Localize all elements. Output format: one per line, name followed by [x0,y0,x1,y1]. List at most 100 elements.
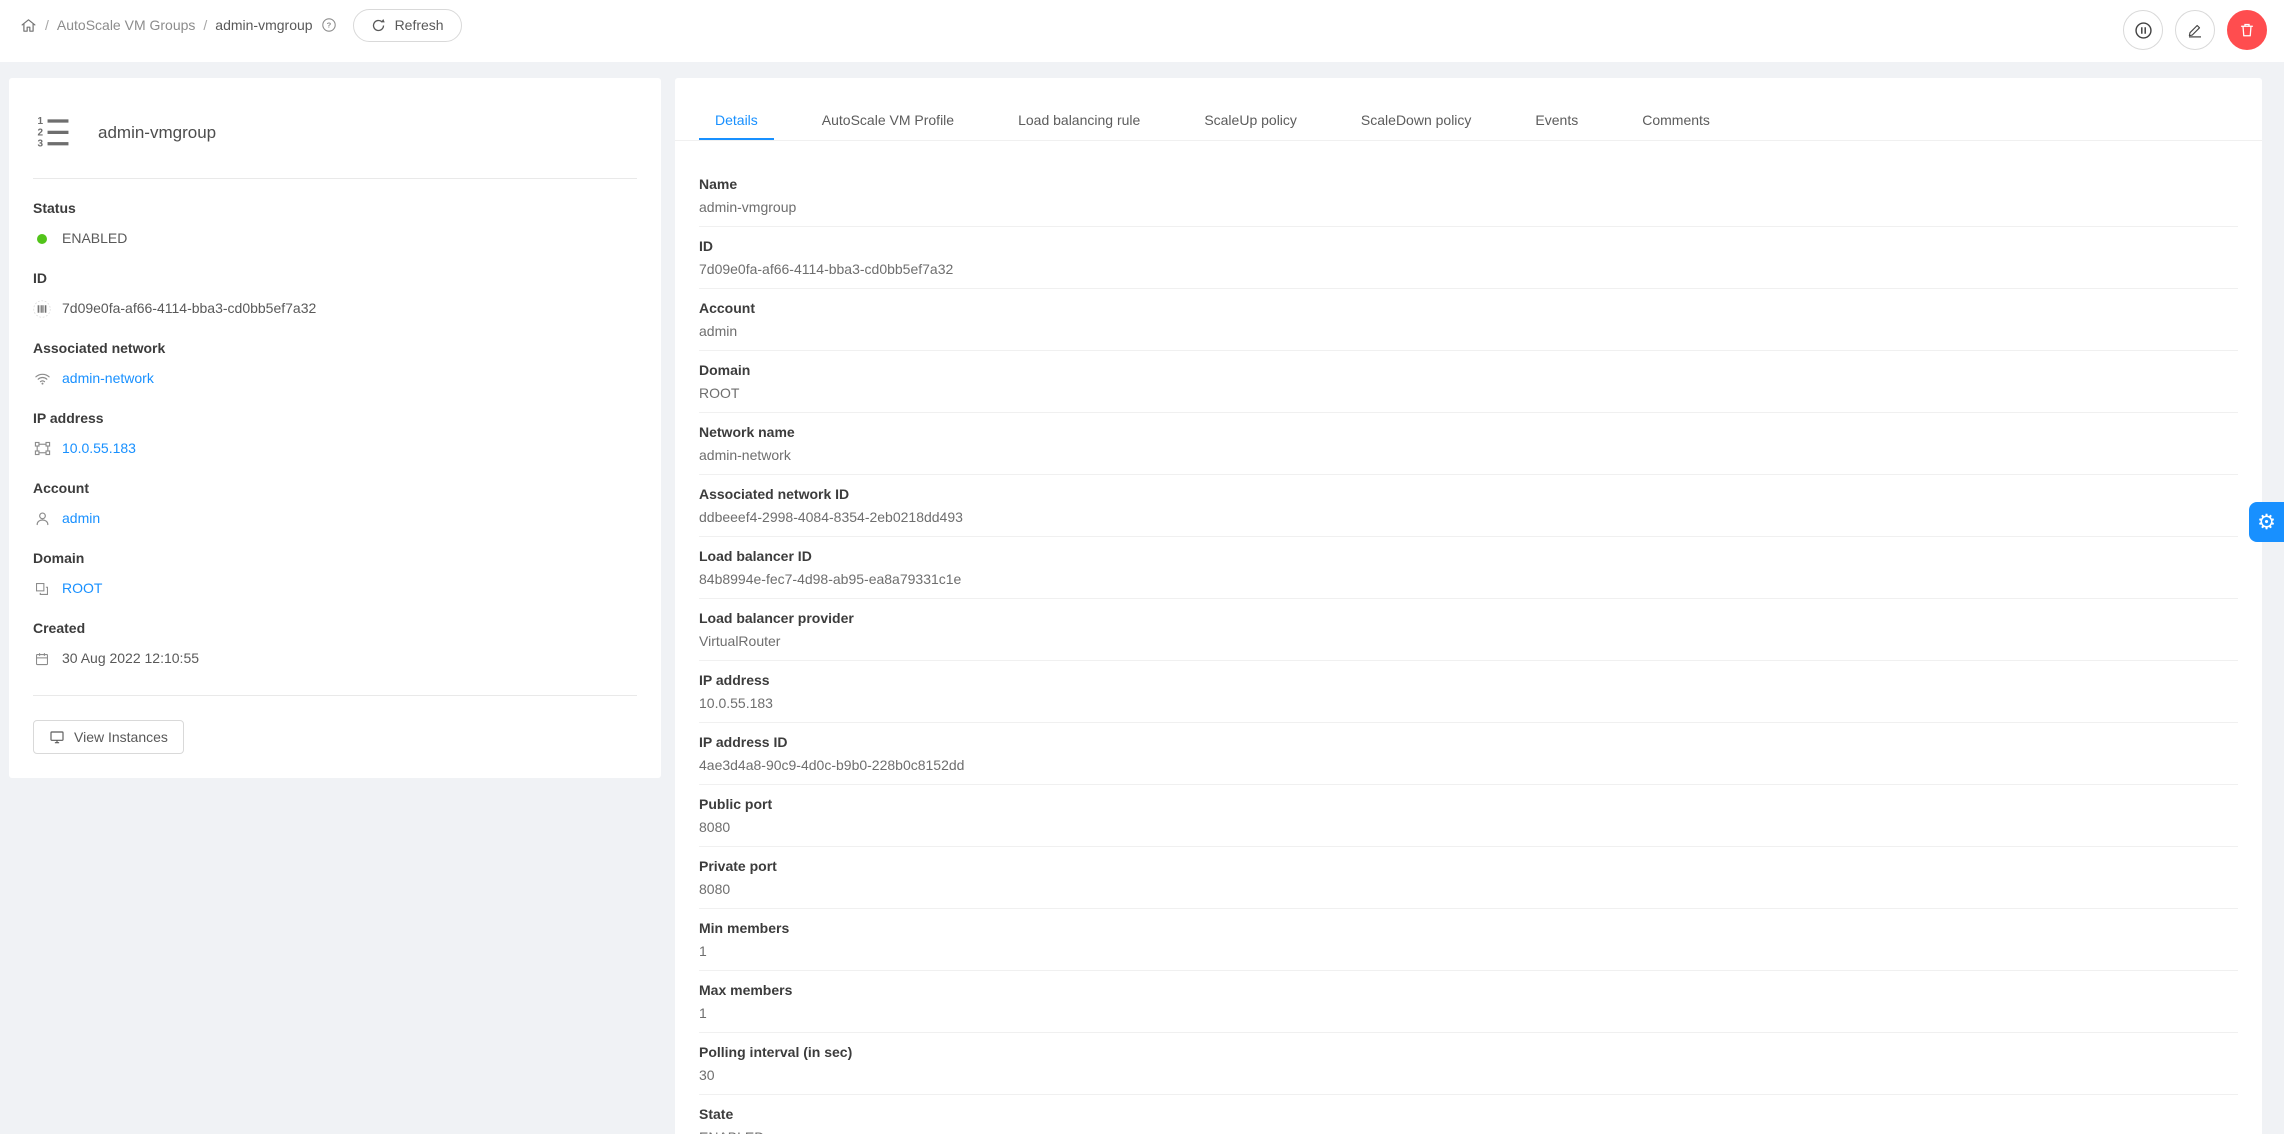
resource-field: ID 7d09e0fa-af66-4114-bba3-cd0bb5ef7a32 [33,268,637,319]
resource-field-value-row: 7d09e0fa-af66-4114-bba3-cd0bb5ef7a32 [33,298,637,319]
detail-value: admin-vmgroup [699,199,797,215]
detail-label: Load balancer provider [699,610,854,626]
edit-icon [2186,21,2204,39]
tab[interactable]: ScaleDown policy [1345,78,1488,140]
resource-field-value-row: ENABLED [33,228,637,249]
detail-label: Max members [699,982,793,998]
refresh-button[interactable]: Refresh [352,8,462,42]
detail-label: Public port [699,796,773,812]
detail-label: Name [699,176,738,192]
detail-row: State ENABLED [699,1095,2238,1134]
detail-value: ddbeeef4-2998-4084-8354-2eb0218dd493 [699,509,963,525]
resource-field-value: ENABLED [62,230,128,246]
resource-field: Account admin [33,478,637,529]
detail-row: IP address 10.0.55.183 [699,661,2238,723]
detail-label: Account [699,300,755,316]
detail-value: 84b8994e-fec7-4d98-ab95-ea8a79331c1e [699,571,962,587]
calendar-icon [33,651,51,667]
view-instances-label: View Instances [74,729,168,745]
svg-text:?: ? [326,21,331,30]
resource-field: Associated network admin-network [33,338,637,389]
svg-text:1: 1 [37,116,43,127]
wifi-icon [33,370,51,387]
detail-row: Associated network ID ddbeeef4-2998-4084… [699,475,2238,537]
resource-field: Created 30 Aug 2022 12:10:55 [33,618,637,669]
detail-value: ROOT [699,385,740,401]
detail-label: ID [699,238,713,254]
svg-text:3: 3 [37,139,43,150]
resource-field-label: Associated network [33,340,166,356]
detail-row: IP address ID 4ae3d4a8-90c9-4d0c-b9b0-22… [699,723,2238,785]
detail-value: 8080 [699,881,731,897]
resource-field-value[interactable]: admin [62,508,100,529]
resource-summary-card: 1 2 3 admin-vmgroup Status ENABLED ID 7d… [9,78,661,778]
divider [33,695,637,696]
main-content: 1 2 3 admin-vmgroup Status ENABLED ID 7d… [9,78,2262,1134]
detail-value: 7d09e0fa-af66-4114-bba3-cd0bb5ef7a32 [699,261,954,277]
divider [33,178,637,179]
tab-bar: Details AutoScale VM Profile Load balanc… [675,78,2262,141]
detail-value: 1 [699,943,707,959]
tab[interactable]: Comments [1626,78,1726,140]
resource-field: IP address 10.0.55.183 [33,408,637,459]
view-instances-button[interactable]: View Instances [33,720,184,754]
resource-field: Status ENABLED [33,198,637,249]
detail-label: Load balancer ID [699,548,812,564]
detail-label: IP address ID [699,734,788,750]
resource-field-value-row: ROOT [33,578,637,599]
breadcrumb-current: admin-vmgroup [215,17,313,33]
resource-field-value[interactable]: admin-network [62,368,154,389]
user-icon [33,510,51,527]
detail-label: Private port [699,858,777,874]
detail-row: Private port 8080 [699,847,2238,909]
barcode-icon [33,299,51,319]
breadcrumb-section[interactable]: AutoScale VM Groups [57,17,196,33]
detail-card: Details AutoScale VM Profile Load balanc… [675,78,2262,1134]
desktop-icon [49,729,65,745]
detail-row: Network name admin-network [699,413,2238,475]
resource-field-label: IP address [33,410,104,426]
resource-field-label: Domain [33,550,85,566]
tab[interactable]: Load balancing rule [1002,78,1156,140]
detail-value: ENABLED [699,1127,2238,1134]
delete-vmgroup-button[interactable] [2227,10,2267,50]
edit-vmgroup-button[interactable] [2175,10,2215,50]
tab[interactable]: Events [1519,78,1594,140]
resource-field-value[interactable]: ROOT [62,578,102,599]
details-list: Name admin-vmgroup ID 7d09e0fa-af66-4114… [675,141,2262,1134]
detail-label: Associated network ID [699,486,850,502]
status-dot-icon [33,233,51,244]
detail-row: Polling interval (in sec) 30 [699,1033,2238,1095]
detail-value: 10.0.55.183 [699,695,773,711]
tab[interactable]: Details [699,78,774,140]
breadcrumb: / AutoScale VM Groups / admin-vmgroup ? … [20,5,462,45]
pause-circle-icon [2134,21,2153,40]
pause-vmgroup-button[interactable] [2123,10,2163,50]
detail-label: Polling interval (in sec) [699,1044,853,1060]
resource-field-value[interactable]: 10.0.55.183 [62,438,136,459]
resource-field-value-row: 10.0.55.183 [33,438,637,459]
tab[interactable]: ScaleUp policy [1188,78,1313,140]
tab[interactable]: AutoScale VM Profile [806,78,970,140]
header-actions [2111,5,2267,55]
detail-label: IP address [699,672,770,688]
detail-row: Min members 1 [699,909,2238,971]
settings-drawer-button[interactable]: ⚙ [2249,502,2284,542]
gear-icon: ⚙ [2257,510,2276,534]
top-header: / AutoScale VM Groups / admin-vmgroup ? … [0,0,2284,62]
detail-value: 4ae3d4a8-90c9-4d0c-b9b0-228b0c8152dd [699,757,965,773]
breadcrumb-separator: / [45,17,49,33]
breadcrumb-separator: / [203,17,208,33]
ordered-list-icon: 1 2 3 [33,113,73,153]
block-icon [33,581,51,597]
detail-label: State [699,1106,734,1122]
home-icon[interactable] [20,17,37,34]
help-icon[interactable]: ? [321,17,337,33]
detail-row: ID 7d09e0fa-af66-4114-bba3-cd0bb5ef7a32 [699,227,2238,289]
detail-value: admin-network [699,447,791,463]
detail-row: Max members 1 [699,971,2238,1033]
detail-row: Public port 8080 [699,785,2238,847]
detail-value: 30 [699,1067,715,1083]
resource-field-value: 30 Aug 2022 12:10:55 [62,650,200,666]
detail-row: Name admin-vmgroup [699,165,2238,227]
